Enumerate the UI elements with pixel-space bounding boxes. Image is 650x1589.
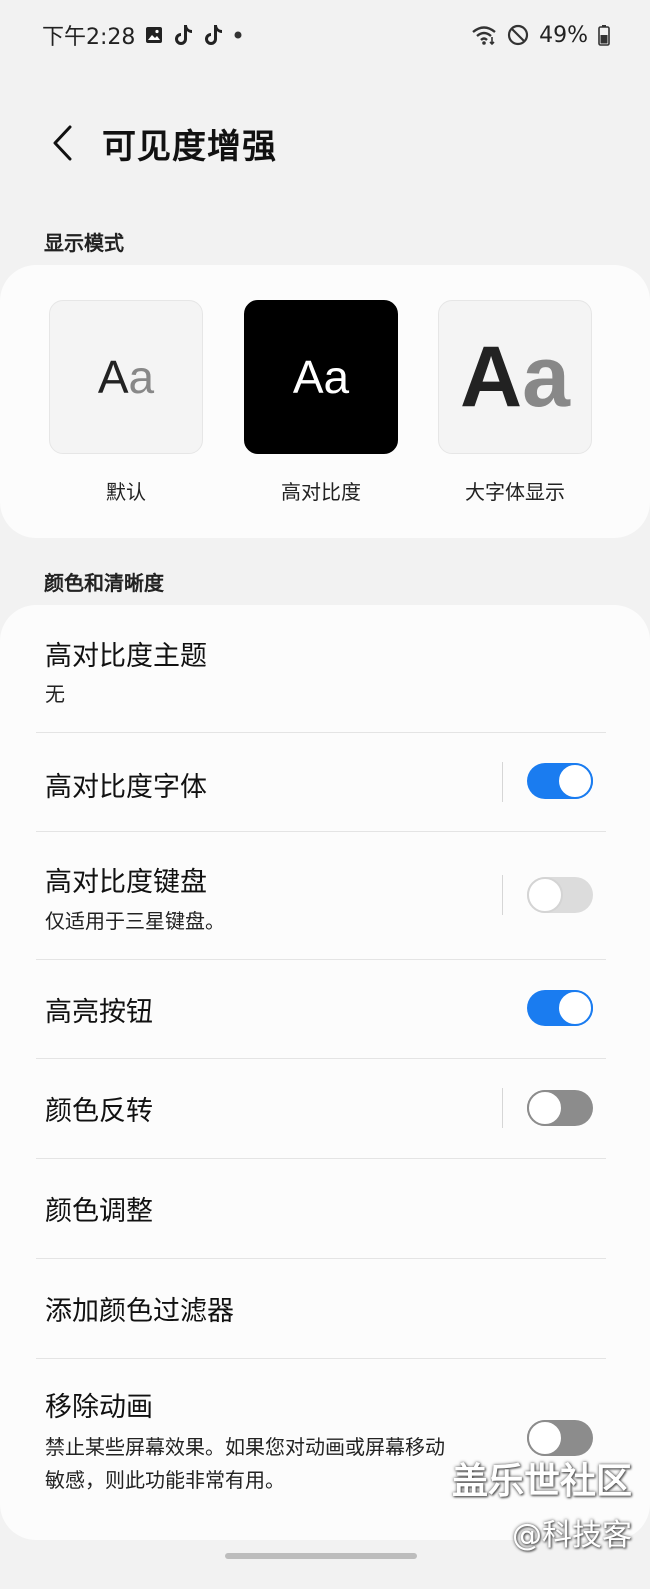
section-label-display-mode: 显示模式 bbox=[44, 231, 124, 255]
home-indicator[interactable] bbox=[225, 1553, 417, 1559]
divider bbox=[36, 959, 606, 960]
chevron-left-icon bbox=[53, 125, 72, 161]
toggle-knob bbox=[527, 877, 563, 913]
status-left: 下午2:28 bbox=[42, 19, 243, 51]
display-mode-card: Aa 默认 Aa 高对比度 Aa 大字体显示 bbox=[0, 265, 650, 538]
status-time: 下午2:28 bbox=[42, 25, 136, 50]
toggle-color-inversion[interactable] bbox=[527, 1090, 593, 1126]
toggle-highlight-buttons[interactable] bbox=[527, 990, 593, 1026]
divider bbox=[36, 732, 606, 733]
setting-title: 高对比度字体 bbox=[45, 772, 207, 803]
toggle-knob bbox=[527, 1090, 563, 1126]
back-button[interactable] bbox=[40, 113, 84, 173]
divider bbox=[36, 1258, 606, 1259]
wifi-icon bbox=[471, 24, 497, 46]
vertical-separator bbox=[502, 762, 503, 802]
toggle-knob bbox=[527, 1420, 563, 1456]
aa-preview-text: Aa bbox=[97, 351, 155, 403]
setting-subtitle-line2: 敏感，则此功能非常有用。 bbox=[45, 1468, 285, 1492]
setting-color-filter[interactable]: 添加颜色过滤器 bbox=[36, 1261, 606, 1357]
status-right: 49% bbox=[471, 23, 610, 48]
mode-option-default[interactable]: Aa 默认 bbox=[49, 300, 203, 505]
setting-color-inversion[interactable]: 颜色反转 bbox=[36, 1061, 606, 1157]
divider bbox=[36, 1358, 606, 1359]
setting-high-contrast-font[interactable]: 高对比度字体 bbox=[36, 735, 606, 830]
tiktok-icon bbox=[173, 24, 193, 46]
vertical-separator bbox=[502, 875, 503, 915]
toggle-knob bbox=[557, 763, 593, 799]
setting-title: 移除动画 bbox=[45, 1392, 153, 1423]
setting-subtitle: 无 bbox=[45, 682, 65, 706]
aa-preview-text: Aa bbox=[460, 328, 570, 425]
setting-color-adjustment[interactable]: 颜色调整 bbox=[36, 1161, 606, 1257]
mode-label-high-contrast: 高对比度 bbox=[281, 480, 361, 504]
setting-highlight-buttons[interactable]: 高亮按钮 bbox=[36, 962, 606, 1057]
mode-label-large-font: 大字体显示 bbox=[465, 480, 565, 504]
vertical-separator bbox=[502, 1088, 503, 1128]
toggle-knob bbox=[557, 990, 593, 1026]
setting-title: 高对比度主题 bbox=[45, 641, 207, 672]
mode-preview-default: Aa bbox=[49, 300, 203, 454]
toggle-high-contrast-keyboard[interactable] bbox=[527, 877, 593, 913]
setting-high-contrast-theme[interactable]: 高对比度主题 无 bbox=[36, 620, 606, 730]
mode-preview-high-contrast: Aa bbox=[244, 300, 398, 454]
setting-title: 添加颜色过滤器 bbox=[45, 1296, 234, 1327]
mode-preview-large-font: Aa bbox=[438, 300, 592, 454]
battery-percent: 49% bbox=[539, 22, 588, 48]
battery-icon bbox=[598, 24, 610, 46]
tiktok-icon bbox=[203, 24, 223, 46]
setting-title: 颜色调整 bbox=[45, 1196, 153, 1227]
setting-subtitle-line1: 禁止某些屏幕效果。如果您对动画或屏幕移动 bbox=[45, 1435, 445, 1459]
section-label-color-clarity: 颜色和清晰度 bbox=[44, 571, 164, 595]
setting-title: 颜色反转 bbox=[45, 1096, 153, 1127]
setting-subtitle: 仅适用于三星键盘。 bbox=[45, 909, 225, 933]
mode-option-high-contrast[interactable]: Aa 高对比度 bbox=[244, 300, 398, 505]
setting-title: 高亮按钮 bbox=[45, 997, 153, 1028]
setting-high-contrast-keyboard[interactable]: 高对比度键盘 仅适用于三星键盘。 bbox=[36, 834, 606, 958]
aa-preview-text: Aa bbox=[292, 351, 350, 403]
setting-title: 高对比度键盘 bbox=[45, 867, 207, 898]
toggle-high-contrast-font[interactable] bbox=[527, 763, 593, 799]
status-bar: 下午2:28 49% bbox=[0, 0, 650, 70]
watermark-handle: @科技客 bbox=[512, 1518, 632, 1553]
toggle-remove-animations[interactable] bbox=[527, 1420, 593, 1456]
mode-option-large-font[interactable]: Aa 大字体显示 bbox=[438, 300, 592, 505]
page-title: 可见度增强 bbox=[102, 126, 277, 167]
do-not-disturb-icon bbox=[507, 24, 529, 46]
mode-label-default: 默认 bbox=[106, 480, 146, 504]
dot-icon bbox=[233, 30, 243, 40]
watermark-title: 盖乐世社区 bbox=[451, 1461, 632, 1502]
gallery-icon bbox=[145, 26, 163, 44]
divider bbox=[36, 831, 606, 832]
divider bbox=[36, 1058, 606, 1059]
app-bar: 可见度增强 bbox=[0, 100, 650, 186]
divider bbox=[36, 1158, 606, 1159]
